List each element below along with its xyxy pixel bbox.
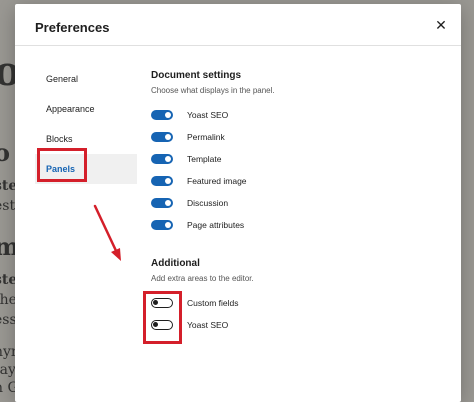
toggle-label: Yoast SEO: [187, 110, 229, 120]
background-text: tay: [0, 362, 16, 378]
section-description: Choose what displays in the panel.: [151, 86, 275, 95]
arrow-shaft: [93, 204, 120, 257]
close-button[interactable]: ✕: [433, 17, 449, 33]
close-icon: ✕: [435, 16, 447, 33]
nav-item-appearance[interactable]: Appearance: [35, 94, 137, 124]
toggle-row-template: Template: [151, 148, 275, 170]
section-description: Add extra areas to the editor.: [151, 274, 254, 283]
section-title: Document settings: [151, 70, 242, 81]
template-toggle[interactable]: [151, 154, 173, 164]
section-title: Additional: [151, 258, 200, 269]
nav-item-label: Appearance: [46, 104, 95, 114]
arrow-head: [111, 248, 121, 261]
toggle-row-featured-image: Featured image: [151, 170, 275, 192]
featured-image-toggle[interactable]: [151, 176, 173, 186]
document-settings-section: Document settings Choose what displays i…: [151, 70, 275, 236]
discussion-toggle[interactable]: [151, 198, 173, 208]
nav-item-label: Blocks: [46, 134, 73, 144]
preferences-modal: Preferences ✕ General Appearance Blocks …: [15, 4, 461, 402]
toggle-row-yoast-seo: Yoast SEO: [151, 104, 275, 126]
toggle-row-discussion: Discussion: [151, 192, 275, 214]
toggle-label: Page attributes: [187, 220, 245, 230]
toggle-label: Custom fields: [187, 298, 239, 308]
toggle-label: Template: [187, 154, 222, 164]
nav-item-general[interactable]: General: [35, 64, 137, 94]
annotation-box-panels: [37, 148, 87, 182]
yoast-seo-toggle[interactable]: [151, 110, 173, 120]
toggle-label: Discussion: [187, 198, 229, 208]
permalink-toggle[interactable]: [151, 132, 173, 142]
toggle-label: Yoast SEO: [187, 320, 229, 330]
annotation-arrow: [93, 204, 121, 261]
nav-item-label: General: [46, 74, 79, 84]
toggle-row-permalink: Permalink: [151, 126, 275, 148]
toggle-label: Permalink: [187, 132, 225, 142]
modal-header: Preferences ✕: [15, 4, 461, 46]
modal-title: Preferences: [35, 20, 110, 35]
page-attributes-toggle[interactable]: [151, 220, 173, 230]
toggle-label: Featured image: [187, 176, 247, 186]
toggle-row-page-attributes: Page attributes: [151, 214, 275, 236]
annotation-box-toggles: [143, 291, 182, 344]
